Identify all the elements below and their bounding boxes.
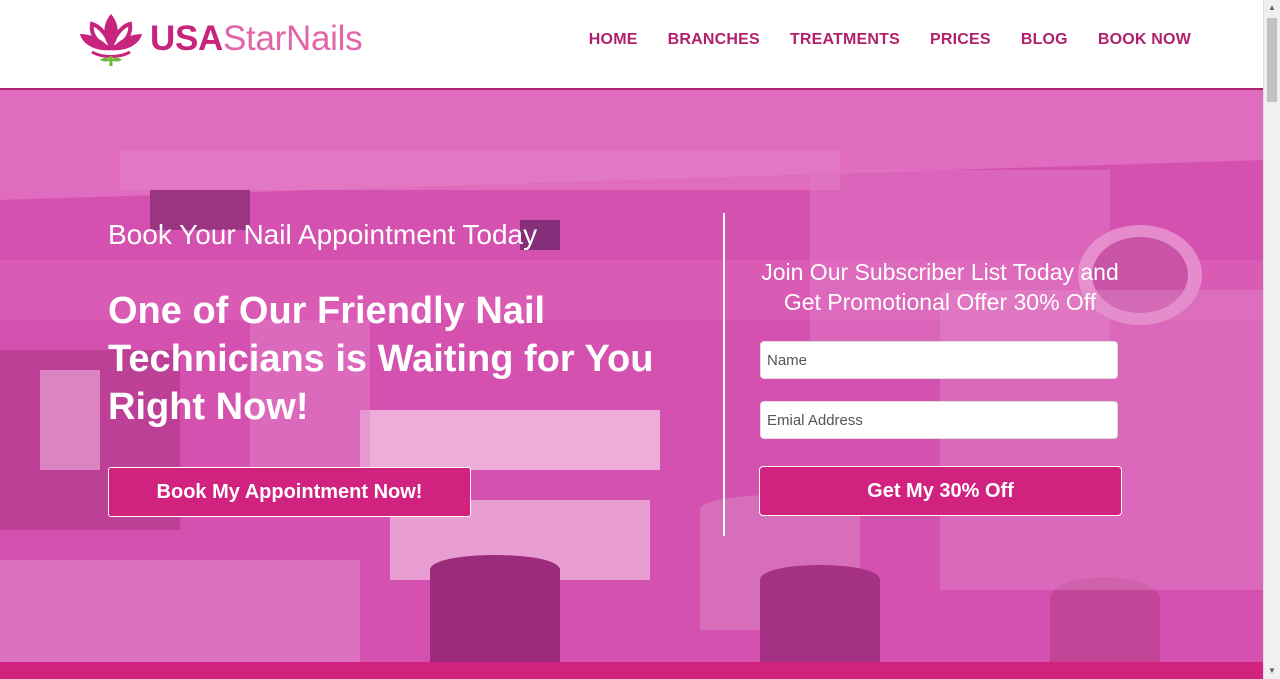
logo[interactable]: USAStarNails (78, 10, 363, 68)
book-appointment-button[interactable]: Book My Appointment Now! (108, 467, 471, 517)
hero-section: Book Your Nail Appointment Today One of … (0, 90, 1263, 662)
nav-blog[interactable]: BLOG (1021, 31, 1068, 49)
vertical-divider (723, 213, 725, 536)
hero-headline: One of Our Friendly Nail Technicians is … (108, 289, 654, 428)
logo-text: USAStarNails (150, 19, 363, 59)
logo-text-rest: StarNails (223, 19, 363, 58)
nav-book-now[interactable]: BOOK NOW (1098, 31, 1191, 49)
page-scrollbar[interactable]: ▲ ▼ (1263, 0, 1280, 679)
nav-branches[interactable]: BRANCHES (668, 31, 760, 49)
hero-subtitle: Book Your Nail Appointment Today (108, 219, 538, 250)
get-offer-button[interactable]: Get My 30% Off (759, 466, 1122, 516)
scrollbar-thumb[interactable] (1267, 18, 1277, 102)
email-input[interactable] (760, 401, 1118, 439)
footer-accent-bar (0, 662, 1263, 679)
logo-text-bold: USA (150, 19, 223, 58)
name-input[interactable] (760, 341, 1118, 379)
nav-prices[interactable]: PRICES (930, 31, 991, 49)
lotus-icon (80, 14, 142, 66)
nav-home[interactable]: HOME (589, 31, 638, 49)
arrow-down-icon[interactable]: ▼ (1264, 663, 1280, 679)
nav-treatments[interactable]: TREATMENTS (790, 31, 900, 49)
main-nav: HOME BRANCHES TREATMENTS PRICES BLOG BOO… (559, 31, 1191, 49)
arrow-up-icon[interactable]: ▲ (1264, 0, 1280, 16)
hero-left: Book Your Nail Appointment Today One of … (108, 219, 708, 431)
site-header: USAStarNails HOME BRANCHES TREATMENTS PR… (0, 0, 1263, 90)
subscribe-title: Join Our Subscriber List Today and Get P… (761, 259, 1119, 315)
